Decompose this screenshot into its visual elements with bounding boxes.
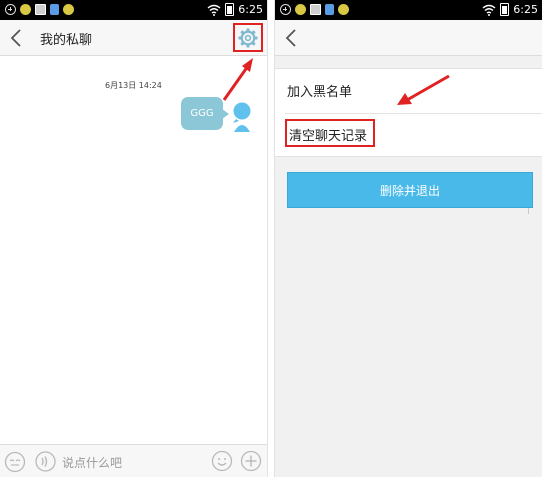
status-time: 6:25 xyxy=(238,3,263,16)
scrollbar xyxy=(528,208,529,214)
back-icon[interactable] xyxy=(283,28,301,48)
smiley-icon xyxy=(338,4,349,15)
smiley-icon xyxy=(295,4,306,15)
message-input[interactable]: 说点什么吧 xyxy=(62,454,122,471)
smiley-icon xyxy=(20,4,31,15)
message-input-bar: 说点什么吧 xyxy=(0,444,267,477)
delete-and-exit-button[interactable]: 删除并退出 xyxy=(287,172,533,208)
chat-settings-screen: 6:25 加入黑名单 清空聊天记录 删除并退出 xyxy=(274,0,542,477)
title-bar: 我的私聊 xyxy=(0,20,267,56)
battery-icon xyxy=(500,3,510,16)
status-bar: 6:25 xyxy=(275,0,542,20)
image-icon xyxy=(35,4,46,15)
plus-circle-icon xyxy=(280,4,291,15)
wifi-icon xyxy=(207,4,221,16)
wifi-icon xyxy=(482,4,496,16)
settings-button[interactable] xyxy=(233,23,263,52)
message-timestamp: 6月13日 14:24 xyxy=(105,81,162,90)
annotation-arrow xyxy=(222,58,253,101)
plus-circle-icon xyxy=(5,4,16,15)
back-icon[interactable] xyxy=(8,28,26,48)
add-to-blacklist-item[interactable]: 加入黑名单 xyxy=(287,81,352,100)
status-time: 6:25 xyxy=(513,3,538,16)
message-text: GGG xyxy=(190,108,214,119)
avatar[interactable] xyxy=(230,101,254,133)
divider xyxy=(285,113,542,114)
image-icon xyxy=(310,4,321,15)
book-icon xyxy=(325,4,334,15)
gear-icon xyxy=(238,28,258,48)
plus-icon[interactable] xyxy=(240,450,262,472)
chat-screen: 6:25 我的私聊 6月13日 14:24 GGG 说点什么吧 xyxy=(0,0,268,477)
page-title: 我的私聊 xyxy=(40,33,93,48)
settings-menu: 加入黑名单 清空聊天记录 xyxy=(275,68,542,157)
title-bar xyxy=(275,20,542,56)
smile-icon[interactable] xyxy=(211,450,233,472)
book-icon xyxy=(50,4,59,15)
clear-chat-history-item[interactable]: 清空聊天记录 xyxy=(289,125,367,144)
status-bar: 6:25 xyxy=(0,0,267,20)
smiley-icon xyxy=(63,4,74,15)
voice-icon[interactable] xyxy=(35,451,56,472)
keyboard-emoji-icon[interactable] xyxy=(4,451,26,473)
message-bubble[interactable]: GGG xyxy=(181,97,229,130)
battery-icon xyxy=(225,3,235,16)
